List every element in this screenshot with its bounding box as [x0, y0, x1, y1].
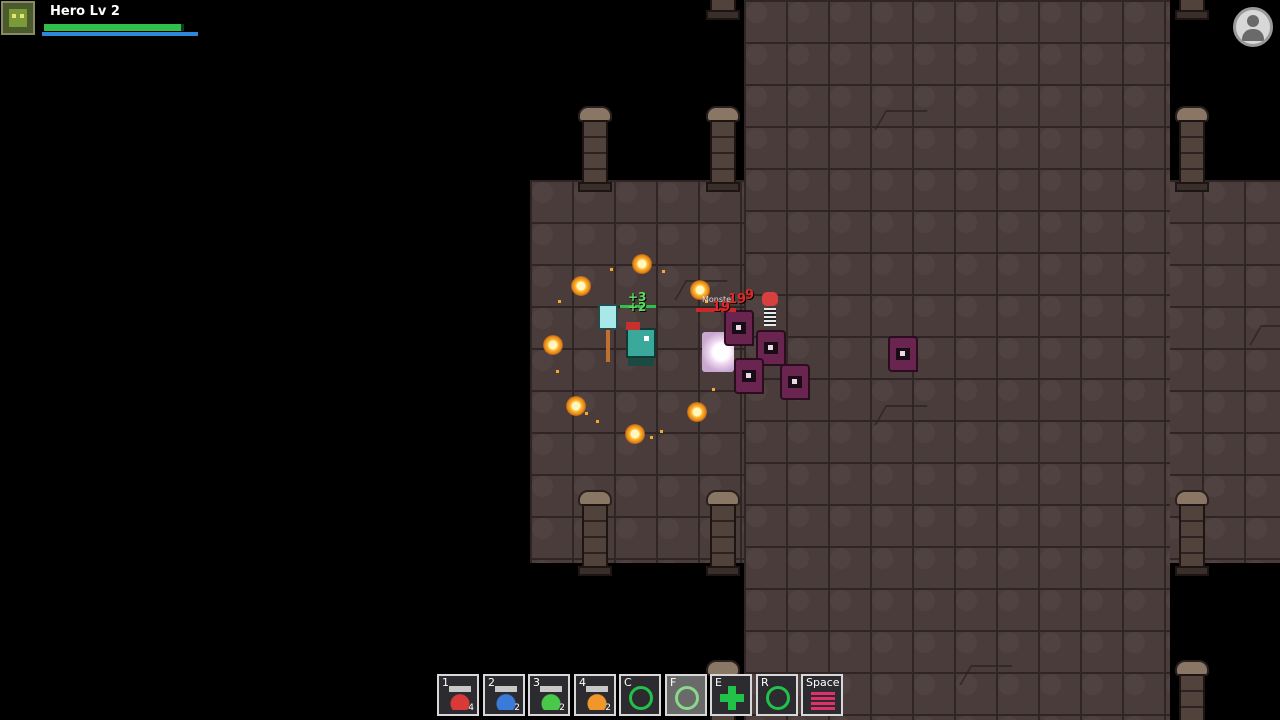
- hero-eye: [644, 336, 649, 341]
- hotbar-slot-c[interactable]: C: [619, 674, 661, 716]
- hotkey-label: 1: [442, 676, 449, 689]
- hotkey-label: F: [670, 676, 677, 689]
- hero-hat: [626, 322, 640, 330]
- hammer-weapon-icon: [606, 326, 610, 362]
- hotkey-label: 2: [488, 676, 495, 689]
- hotbar-slot-e[interactable]: E: [710, 674, 752, 716]
- heart-skill-icon: [629, 686, 653, 710]
- hotbar-slot-2[interactable]: 22: [483, 674, 525, 716]
- hotkey-label: 3: [533, 676, 540, 689]
- hotbar-slot-1[interactable]: 14: [437, 674, 479, 716]
- shadow-enemy[interactable]: [888, 336, 918, 372]
- fireball: [687, 402, 707, 422]
- hotbar-slot-r[interactable]: R: [756, 674, 798, 716]
- hotkey-label: Space: [806, 676, 840, 689]
- swirl-skill-icon: [675, 686, 699, 710]
- dash-skill-icon: [811, 692, 835, 712]
- shadow-enemy[interactable]: [734, 358, 764, 394]
- stone-pillar: [706, 106, 740, 192]
- fireball: [632, 254, 652, 274]
- player-name-level: Hero Lv 2: [50, 4, 120, 19]
- item-count: 2: [559, 703, 565, 713]
- stone-pillar: [578, 106, 612, 192]
- hotkey-label: 4: [579, 676, 586, 689]
- dungeon-floor-corridor: [744, 0, 1170, 720]
- shadow-enemy[interactable]: [724, 310, 754, 346]
- user-profile-icon[interactable]: [1233, 7, 1273, 47]
- hotbar-slot-3[interactable]: 32: [528, 674, 570, 716]
- player-mana-bar: [42, 32, 198, 36]
- item-count: 2: [514, 703, 520, 713]
- fireball: [543, 335, 563, 355]
- hotkey-label: E: [715, 676, 722, 689]
- stone-pillar: [1175, 490, 1209, 576]
- cross-heal-icon: [720, 686, 744, 710]
- fireball: [625, 424, 645, 444]
- item-count: 2: [605, 703, 611, 713]
- fireball: [566, 396, 586, 416]
- hotkey-label: C: [624, 676, 632, 689]
- stone-pillar: [1175, 0, 1209, 20]
- stone-pillar: [578, 490, 612, 576]
- game-viewport[interactable]: +3 +2 Monste 19 19 9 Hero Lv 2 14223242C…: [0, 0, 1280, 720]
- player-health-bar: [44, 24, 184, 31]
- damage-number: 19: [728, 292, 747, 307]
- mana-fill: [42, 32, 198, 36]
- hotbar-slot-4[interactable]: 42: [574, 674, 616, 716]
- hero-body: [626, 328, 656, 358]
- health-fill: [44, 24, 182, 31]
- stone-pillar: [1175, 106, 1209, 192]
- stone-pillar: [706, 0, 740, 20]
- stone-pillar: [706, 490, 740, 576]
- heal-number: +2: [628, 300, 647, 314]
- hammer-head: [598, 304, 618, 330]
- stone-pillar: [1175, 660, 1209, 720]
- shadow-enemy[interactable]: [780, 364, 810, 400]
- item-count: 4: [468, 703, 474, 713]
- ring-skill-icon: [766, 686, 790, 710]
- skeleton-enemy[interactable]: [758, 292, 782, 328]
- damage-number: 9: [745, 288, 755, 303]
- hotbar-slot-f[interactable]: F: [665, 674, 707, 716]
- hero-feet: [628, 358, 654, 366]
- hotkey-label: R: [761, 676, 769, 689]
- fireball: [571, 276, 591, 296]
- hotbar-slot-space[interactable]: Space: [801, 674, 843, 716]
- goblin-portrait-icon: [1, 1, 35, 35]
